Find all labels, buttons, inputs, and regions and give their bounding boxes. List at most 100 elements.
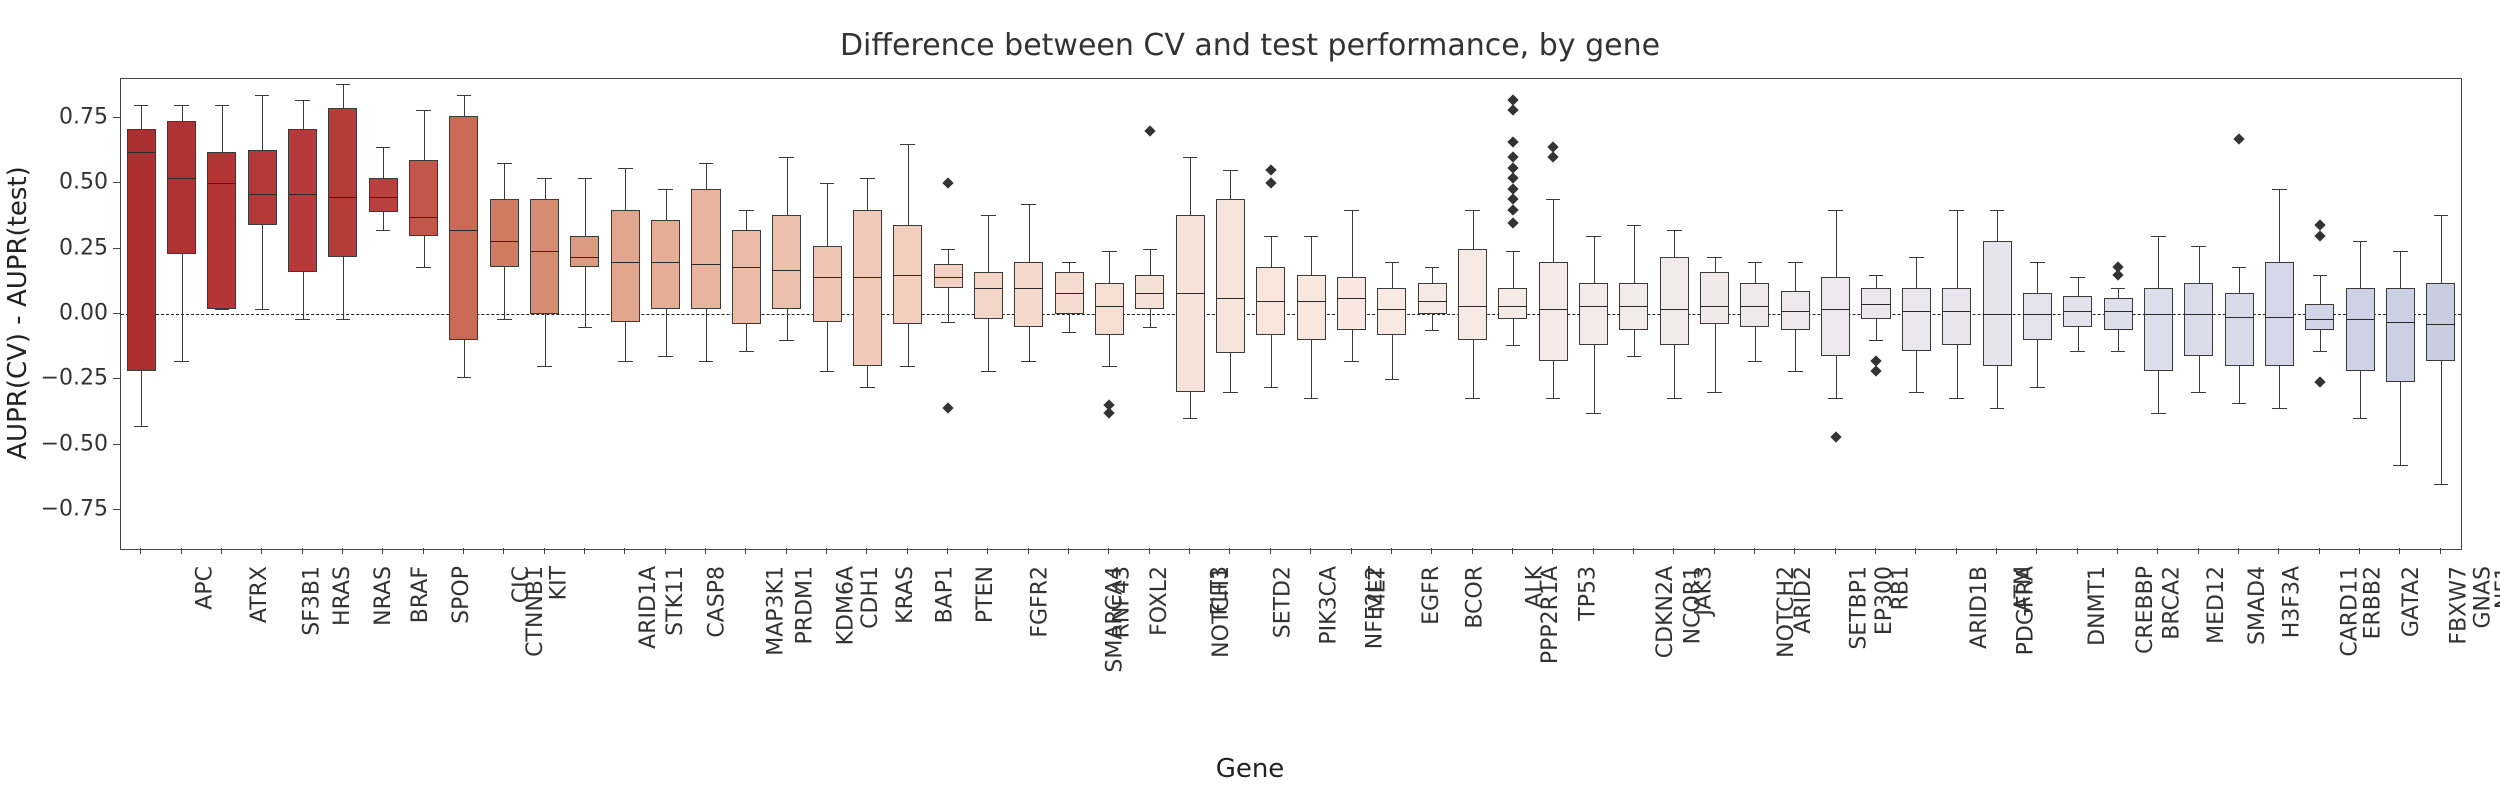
box: [2265, 262, 2294, 366]
whisker-cap: [336, 319, 351, 320]
whisker-cap: [1344, 210, 1359, 211]
x-tick-mark: [624, 548, 625, 554]
median-line: [1619, 306, 1648, 307]
median-line: [1256, 301, 1285, 302]
whisker-cap: [1748, 361, 1763, 362]
median-line: [1821, 309, 1850, 310]
x-tick-mark: [1351, 548, 1352, 554]
x-tick-label: HRAS: [330, 566, 355, 626]
y-tick-mark: [113, 117, 120, 118]
median-line: [1055, 293, 1084, 294]
x-tick-label: SETD2: [1270, 566, 1295, 638]
box: [2104, 298, 2133, 329]
whisker-cap: [699, 361, 714, 362]
whisker-cap: [2393, 465, 2408, 466]
x-tick-mark: [1108, 548, 1109, 554]
box: [1216, 199, 1245, 353]
x-tick-label: NRAS: [370, 566, 395, 626]
whisker-cap: [1264, 236, 1279, 237]
outlier-point: [942, 178, 953, 189]
box: [772, 215, 801, 309]
x-tick-label: CDKN2A: [1653, 566, 1678, 658]
x-tick-mark: [2278, 548, 2279, 554]
x-tick-label: SETBP1: [1847, 566, 1872, 650]
x-tick-mark: [1754, 548, 1755, 554]
box: [651, 220, 680, 309]
whisker-cap: [1102, 251, 1117, 252]
outlier-point: [1144, 126, 1155, 137]
outlier-point: [2112, 261, 2123, 272]
whisker-cap: [1506, 345, 1521, 346]
whisker-cap: [1546, 199, 1561, 200]
whisker-cap: [1707, 257, 1722, 258]
box: [167, 121, 196, 254]
box: [2184, 283, 2213, 356]
median-line: [1297, 301, 1326, 302]
x-tick-label: TP53: [1576, 566, 1601, 621]
whisker-cap: [1788, 262, 1803, 263]
median-line: [1458, 306, 1487, 307]
whisker-cap: [860, 387, 875, 388]
median-line: [853, 277, 882, 278]
x-tick-mark: [503, 548, 504, 554]
whisker-cap: [1788, 371, 1803, 372]
whisker-cap: [779, 340, 794, 341]
whisker-cap: [1102, 366, 1117, 367]
y-tick-label: 0.75: [59, 105, 108, 130]
median-line: [1740, 306, 1769, 307]
box: [611, 210, 640, 322]
whisker-cap: [578, 327, 593, 328]
box: [1135, 275, 1164, 309]
x-axis-title: Gene: [0, 754, 2500, 784]
x-tick-mark: [2319, 548, 2320, 554]
x-tick-mark: [1270, 548, 1271, 554]
whisker-cap: [900, 144, 915, 145]
box: [2426, 283, 2455, 361]
box: [1458, 249, 1487, 340]
box: [1337, 277, 1366, 329]
whisker-cap: [1627, 356, 1642, 357]
x-tick-label: SF3B1: [300, 566, 325, 636]
median-line: [2265, 317, 2294, 318]
box: [732, 230, 761, 324]
whisker-cap: [1021, 204, 1036, 205]
y-tick-label: 0.50: [59, 170, 108, 195]
x-tick-mark: [1391, 548, 1392, 554]
whisker-cap: [174, 105, 189, 106]
whisker-cap: [1183, 418, 1198, 419]
x-tick-mark: [2117, 548, 2118, 554]
median-line: [2426, 324, 2455, 325]
x-tick-mark: [907, 548, 908, 554]
median-line: [893, 275, 922, 276]
box: [853, 210, 882, 367]
whisker-cap: [376, 147, 391, 148]
box: [490, 199, 519, 267]
whisker-cap: [860, 178, 875, 179]
box: [1539, 262, 1568, 361]
median-line: [813, 277, 842, 278]
whisker-cap: [1304, 398, 1319, 399]
median-line: [1216, 298, 1245, 299]
x-tick-mark: [1593, 548, 1594, 554]
whisker-cap: [1062, 332, 1077, 333]
whisker-cap: [2151, 413, 2166, 414]
x-tick-label: STK11: [663, 566, 688, 636]
box: [248, 150, 277, 226]
median-line: [2144, 314, 2173, 315]
median-line: [1377, 309, 1406, 310]
box: [1176, 215, 1205, 393]
whisker-cap: [376, 230, 391, 231]
x-tick-mark: [1431, 548, 1432, 554]
box: [530, 199, 559, 314]
whisker-cap: [1667, 398, 1682, 399]
median-line: [1539, 309, 1568, 310]
x-tick-label: ATRX: [247, 566, 272, 623]
median-line: [369, 197, 398, 198]
y-axis: −0.75−0.50−0.250.000.250.500.75: [0, 78, 120, 548]
whisker-cap: [1223, 392, 1238, 393]
x-tick-mark: [1068, 548, 1069, 554]
whisker-cap: [1465, 210, 1480, 211]
box: [369, 178, 398, 212]
median-line: [651, 262, 680, 263]
median-line: [611, 262, 640, 263]
